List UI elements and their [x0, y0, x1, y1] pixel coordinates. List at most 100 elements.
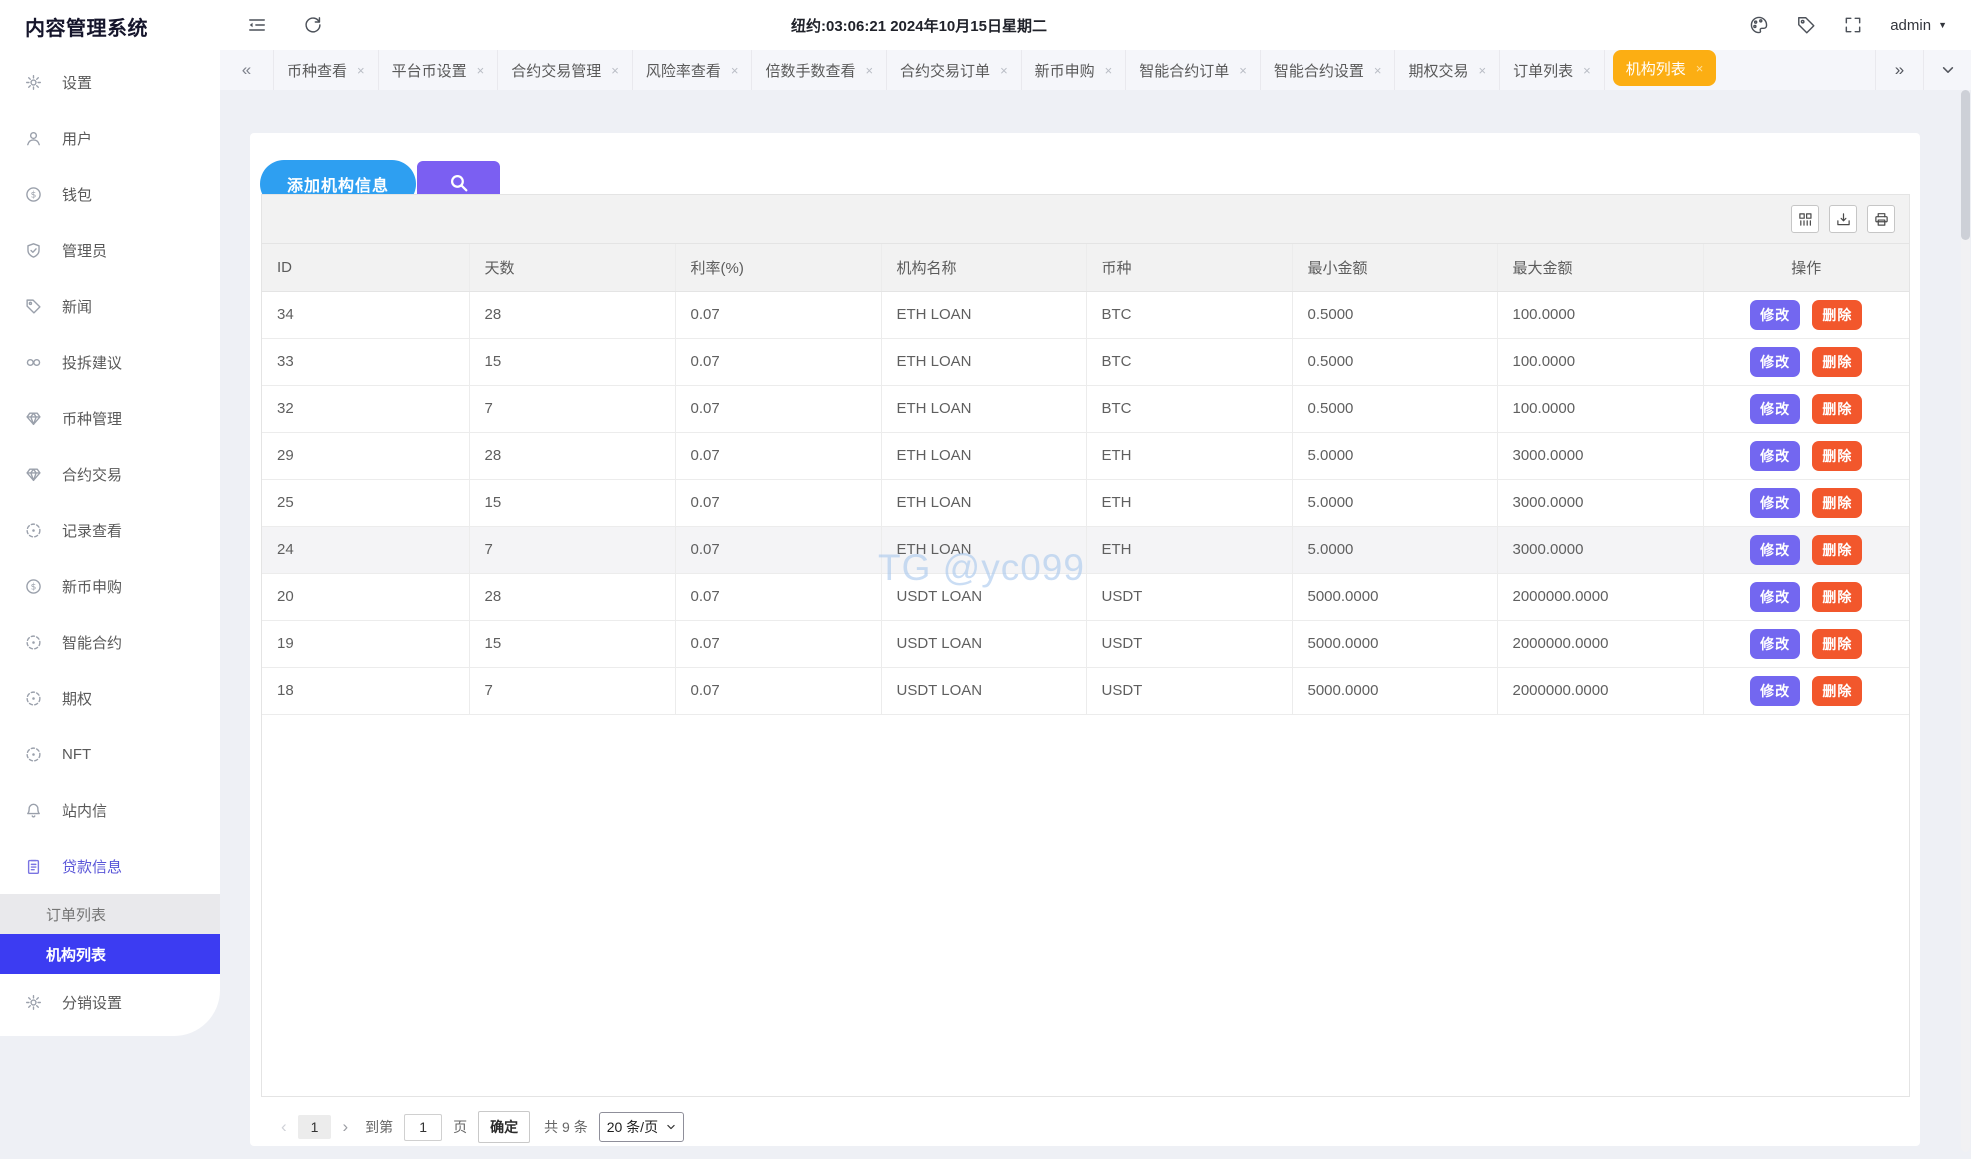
- cell-days: 28: [469, 291, 676, 339]
- cell-days: 7: [469, 667, 676, 715]
- tab-close-icon[interactable]: ×: [865, 63, 873, 78]
- goto-page-input[interactable]: [404, 1113, 443, 1141]
- collapse-menu-icon[interactable]: [247, 15, 267, 35]
- tab[interactable]: 智能合约订单 ×: [1126, 50, 1261, 90]
- app-logo: 内容管理系统: [25, 17, 148, 40]
- tab[interactable]: 智能合约设置 ×: [1261, 50, 1396, 90]
- fullscreen-icon[interactable]: [1843, 15, 1863, 35]
- tab[interactable]: 风险率查看 ×: [633, 50, 753, 90]
- sidebar-item[interactable]: 管理员: [0, 222, 220, 278]
- page-prev-icon[interactable]: ‹: [281, 1117, 287, 1137]
- delete-button[interactable]: 删除: [1812, 581, 1863, 612]
- delete-button[interactable]: 删除: [1812, 487, 1863, 518]
- edit-button[interactable]: 修改: [1750, 675, 1801, 706]
- user-menu[interactable]: admin ▼: [1890, 17, 1947, 34]
- sidebar-item[interactable]: 机构列表: [0, 934, 220, 974]
- tab[interactable]: 币种查看 ×: [274, 50, 379, 90]
- col-name: 机构名称: [881, 244, 1087, 292]
- page-unit-label: 页: [453, 1119, 468, 1135]
- tab-close-icon[interactable]: ×: [1479, 63, 1487, 78]
- col-coin: 币种: [1086, 244, 1293, 292]
- tab-label: 智能合约设置: [1273, 62, 1364, 80]
- theme-palette-icon[interactable]: [1749, 15, 1769, 35]
- tab-close-icon[interactable]: ×: [1583, 63, 1591, 78]
- edit-button[interactable]: 修改: [1750, 487, 1801, 518]
- delete-button[interactable]: 删除: [1812, 440, 1863, 471]
- sidebar-item[interactable]: 智能合约: [0, 614, 220, 670]
- cell-max: 3000.0000: [1497, 479, 1704, 527]
- sidebar-item[interactable]: 币种管理: [0, 390, 220, 446]
- sidebar-item[interactable]: 设置: [0, 54, 220, 110]
- cell-coin: USDT: [1086, 620, 1293, 668]
- sidebar-item[interactable]: 订单列表: [0, 894, 220, 934]
- tab-close-icon[interactable]: ×: [1696, 61, 1704, 76]
- institutions-table: ID 天数 利率(%) 机构名称 币种 最小金额 最大金额 操作 34 28 0…: [262, 244, 1909, 715]
- tab-close-icon[interactable]: ×: [1000, 63, 1008, 78]
- cell-name: ETH LOAN: [881, 385, 1087, 433]
- edit-button[interactable]: 修改: [1750, 534, 1801, 565]
- tab[interactable]: 合约交易订单 ×: [887, 50, 1022, 90]
- tabs-scroll-left-icon[interactable]: «: [220, 50, 274, 90]
- cell-days: 28: [469, 573, 676, 621]
- cell-min: 0.5000: [1292, 338, 1498, 386]
- edit-button[interactable]: 修改: [1750, 581, 1801, 612]
- scrollbar-thumb[interactable]: [1961, 90, 1970, 240]
- sidebar-item-label: 分销设置: [62, 994, 123, 1012]
- sidebar-item[interactable]: 站内信: [0, 782, 220, 838]
- delete-button[interactable]: 删除: [1812, 299, 1863, 330]
- tabs-scroll-right-icon[interactable]: »: [1875, 50, 1923, 90]
- sidebar-item[interactable]: 合约交易: [0, 446, 220, 502]
- sidebar-item[interactable]: 记录查看: [0, 502, 220, 558]
- delete-button[interactable]: 删除: [1812, 675, 1863, 706]
- sidebar-item[interactable]: 钱包: [0, 166, 220, 222]
- sidebar-item[interactable]: 新币申购: [0, 558, 220, 614]
- page-size-select[interactable]: 20 条/页: [598, 1112, 685, 1142]
- sidebar-item[interactable]: 新闻: [0, 278, 220, 334]
- cell-name: ETH LOAN: [881, 338, 1087, 386]
- tab[interactable]: 机构列表 ×: [1612, 50, 1717, 86]
- tab[interactable]: 倍数手数查看 ×: [752, 50, 888, 90]
- tab-close-icon[interactable]: ×: [1239, 63, 1247, 78]
- delete-button[interactable]: 删除: [1812, 346, 1863, 377]
- delete-button[interactable]: 删除: [1812, 534, 1863, 565]
- tab[interactable]: 期权交易 ×: [1395, 50, 1501, 90]
- sidebar-item[interactable]: 投拆建议: [0, 334, 220, 390]
- cell-name: ETH LOAN: [881, 432, 1087, 480]
- sidebar-item[interactable]: NFT: [0, 726, 220, 782]
- edit-button[interactable]: 修改: [1750, 393, 1801, 424]
- sidebar-item[interactable]: 用户: [0, 110, 220, 166]
- sidebar-item[interactable]: 分销设置: [0, 974, 220, 1030]
- delete-button[interactable]: 删除: [1812, 628, 1863, 659]
- cell-name: USDT LOAN: [881, 573, 1087, 621]
- page-scrollbar[interactable]: [1961, 90, 1970, 1152]
- page-current[interactable]: 1: [297, 1115, 332, 1139]
- edit-button[interactable]: 修改: [1750, 346, 1801, 377]
- tab-close-icon[interactable]: ×: [611, 63, 619, 78]
- tab[interactable]: 合约交易管理 ×: [498, 50, 633, 90]
- delete-button[interactable]: 删除: [1812, 393, 1863, 424]
- col-id: ID: [262, 244, 470, 292]
- tab[interactable]: 订单列表 ×: [1500, 50, 1605, 90]
- tab-close-icon[interactable]: ×: [357, 63, 365, 78]
- edit-button[interactable]: 修改: [1750, 628, 1801, 659]
- sidebar-item[interactable]: 期权: [0, 670, 220, 726]
- tab[interactable]: 新币申购 ×: [1022, 50, 1127, 90]
- refresh-icon[interactable]: [303, 15, 323, 35]
- columns-filter-icon[interactable]: [1791, 205, 1819, 233]
- edit-button[interactable]: 修改: [1750, 299, 1801, 330]
- tabs-menu-icon[interactable]: [1923, 50, 1971, 90]
- sidebar-item[interactable]: 贷款信息: [0, 838, 220, 894]
- page-next-icon[interactable]: ›: [342, 1117, 348, 1137]
- export-icon[interactable]: [1829, 205, 1857, 233]
- tab-close-icon[interactable]: ×: [731, 63, 739, 78]
- print-icon[interactable]: [1867, 205, 1895, 233]
- tab[interactable]: 平台币设置 ×: [379, 50, 499, 90]
- tab-close-icon[interactable]: ×: [1105, 63, 1113, 78]
- edit-button[interactable]: 修改: [1750, 440, 1801, 471]
- tab-label: 风险率查看: [645, 62, 721, 80]
- tag-icon[interactable]: [1796, 15, 1816, 35]
- cell-id: 32: [262, 385, 470, 433]
- tab-close-icon[interactable]: ×: [477, 63, 485, 78]
- tab-close-icon[interactable]: ×: [1374, 63, 1382, 78]
- confirm-page-button[interactable]: 确定: [478, 1111, 531, 1143]
